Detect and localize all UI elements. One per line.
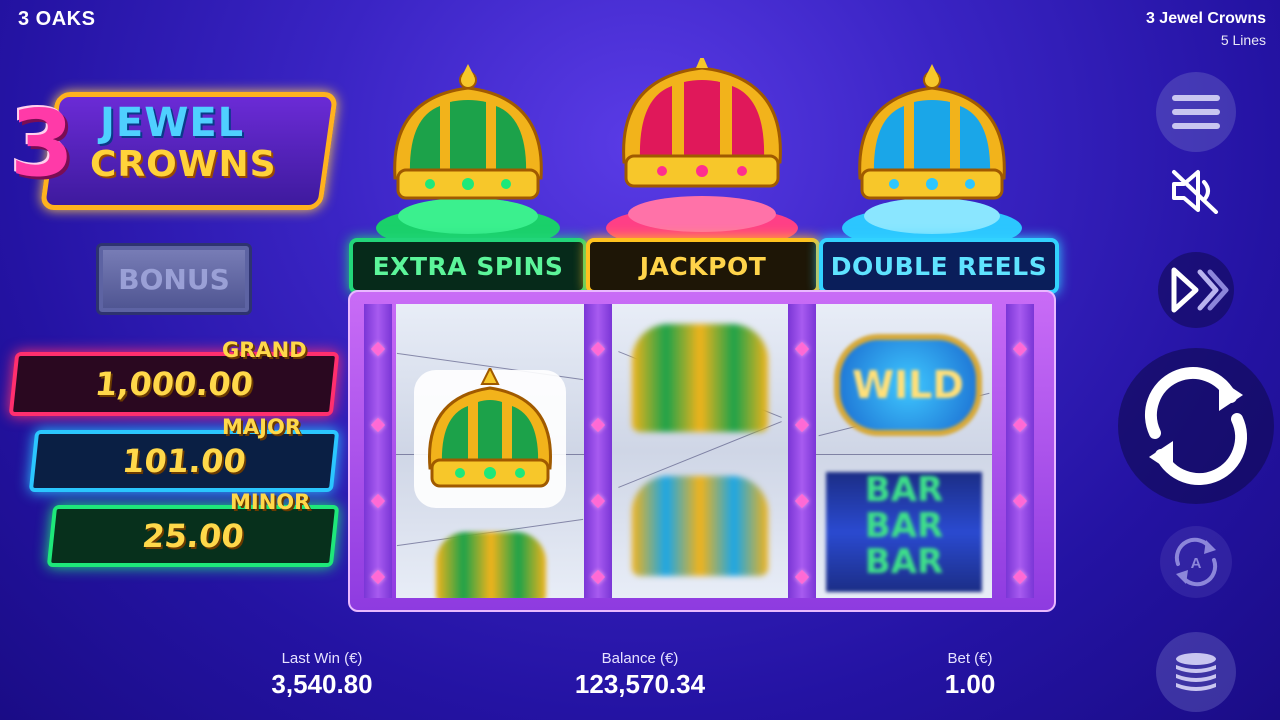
reel-divider: [788, 304, 816, 598]
coin-stack-icon: [1176, 653, 1216, 691]
blue-crown-icon: [842, 64, 1022, 244]
bet-panel: Bet (€) 1.00: [880, 650, 1060, 700]
reel-3: WILD BAR BAR BAR: [816, 304, 992, 598]
sound-muted-icon[interactable]: [1170, 168, 1220, 214]
autoplay-button[interactable]: A: [1160, 526, 1232, 598]
green-crown-symbol: [414, 368, 566, 508]
logo-line-1: JEWEL: [100, 100, 245, 146]
menu-button[interactable]: [1156, 72, 1236, 152]
balance-panel: Balance (€) 123,570.34: [540, 650, 740, 700]
reel-divider: [584, 304, 612, 598]
wild-symbol: WILD: [834, 334, 982, 436]
logo-number: 3: [10, 90, 75, 197]
feature-crowns: [376, 58, 1022, 244]
bet-label: Bet (€): [947, 650, 993, 667]
logo-line-2: CROWNS: [90, 144, 277, 185]
reel-2: [612, 304, 788, 598]
turbo-button[interactable]: [1156, 250, 1236, 330]
pink-crown-icon: [606, 58, 798, 244]
jackpot-minor-label: MINOR: [230, 490, 311, 514]
jackpot-grand-label: GRAND: [222, 338, 307, 362]
jackpot-major-value: 101.00: [28, 430, 340, 492]
balance-label: Balance (€): [601, 650, 679, 667]
last-win-value: 3,540.80: [271, 669, 373, 699]
spin-button[interactable]: [1118, 348, 1274, 504]
bar-symbol: BAR BAR BAR: [826, 472, 982, 592]
spin-arrows-icon: [1145, 366, 1247, 486]
green-crown-icon: [376, 64, 560, 244]
blurred-crown-symbol: [436, 532, 546, 598]
brand-name: 3 OAKS: [18, 8, 96, 30]
game-logo: 3 JEWEL CROWNS: [8, 88, 339, 210]
jackpot-minor-value: 25.00: [46, 505, 340, 567]
blurred-blue-crown-symbol: [632, 476, 768, 576]
last-win-panel: Last Win (€) 3,540.80: [222, 650, 422, 700]
bet-value: 1.00: [944, 669, 996, 699]
autoplay-icon: A: [1174, 537, 1218, 587]
jackpot-major-label: MAJOR: [222, 415, 301, 439]
last-win-label: Last Win (€): [281, 650, 363, 667]
hamburger-menu-icon: [1172, 95, 1220, 101]
reel-1: [396, 304, 584, 598]
game-title: 3 Jewel Crowns: [1145, 10, 1266, 27]
blurred-green-crown-symbol: [632, 324, 768, 432]
extra-spins-label: EXTRA SPINS: [349, 238, 587, 294]
bet-button[interactable]: [1156, 632, 1236, 712]
jackpot-feature-label: JACKPOT: [586, 238, 820, 294]
reel-divider: [1006, 304, 1034, 598]
reel-divider: [364, 304, 392, 598]
balance-value: 123,570.34: [574, 669, 706, 699]
reels-area: WILD BAR BAR BAR: [348, 290, 1056, 612]
double-reels-label: DOUBLE REELS: [819, 238, 1059, 294]
lines-count: 5 Lines: [1220, 32, 1266, 48]
bonus-button[interactable]: BONUS: [96, 243, 252, 315]
autoplay-letter: A: [1191, 555, 1202, 572]
